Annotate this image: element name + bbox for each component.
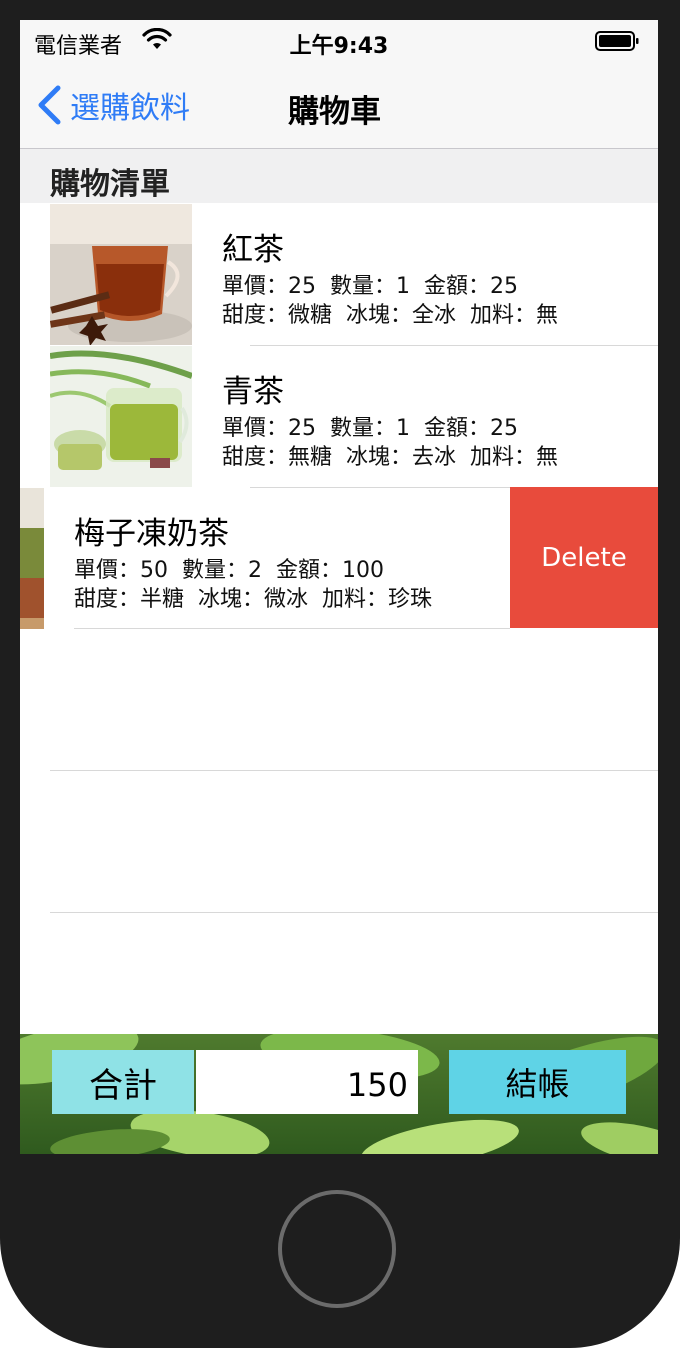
checkout-bar: 合計 150 結帳	[20, 1034, 658, 1154]
home-button[interactable]	[278, 1190, 396, 1308]
row-separator	[50, 770, 658, 771]
item-name: 紅茶	[222, 232, 284, 268]
item-price-line: 單價：25 數量：1 金額：25	[222, 274, 518, 299]
back-button-label: 選購飲料	[70, 91, 190, 126]
cart-row-black-tea[interactable]: 紅茶 單價：25 數量：1 金額：25 甜度：微糖 冰塊：全冰 加料：無	[20, 204, 658, 345]
status-bar: 電信業者 上午9:43	[20, 20, 658, 64]
item-price-line: 單價：25 數量：1 金額：25	[222, 416, 518, 441]
cart-row-green-tea[interactable]: 青茶 單價：25 數量：1 金額：25 甜度：無糖 冰塊：去冰 加料：無	[20, 346, 658, 487]
total-amount-field: 150	[196, 1050, 418, 1114]
item-name: 梅子凍奶茶	[74, 516, 229, 552]
row-separator	[74, 628, 510, 629]
item-options-line: 甜度：半糖 冰塊：微冰 加料：珍珠	[74, 587, 432, 612]
delete-button[interactable]: Delete	[510, 487, 658, 628]
section-title: 購物清單	[50, 167, 170, 202]
black-tea-image	[50, 204, 192, 345]
row-separator	[50, 912, 658, 913]
item-options-line: 甜度：無糖 冰塊：去冰 加料：無	[222, 445, 558, 470]
device-frame: 電信業者 上午9:43 選購飲料 購物車 購物清單 紅茶 單價：25 數量：1 …	[0, 0, 680, 1348]
green-tea-image	[50, 346, 192, 487]
navigation-bar: 選購飲料 購物車	[20, 64, 658, 149]
cart-row-plum-milk-tea[interactable]: 梅子凍奶茶 單價：50 數量：2 金額：100 甜度：半糖 冰塊：微冰 加料：珍…	[20, 488, 510, 629]
page-title: 購物車	[288, 94, 381, 130]
item-name: 青茶	[222, 374, 284, 410]
plum-milk-tea-image	[20, 488, 44, 629]
checkout-button[interactable]: 結帳	[449, 1050, 626, 1114]
app-screen: 電信業者 上午9:43 選購飲料 購物車 購物清單 紅茶 單價：25 數量：1 …	[20, 20, 658, 1154]
chevron-left-icon	[38, 85, 61, 125]
section-header: 購物清單	[20, 149, 658, 203]
total-label: 合計	[52, 1050, 194, 1114]
item-options-line: 甜度：微糖 冰塊：全冰 加料：無	[222, 303, 558, 328]
item-price-line: 單價：50 數量：2 金額：100	[74, 558, 384, 583]
status-time: 上午9:43	[289, 34, 389, 59]
battery-icon	[595, 31, 639, 51]
back-button[interactable]: 選購飲料	[36, 82, 190, 128]
